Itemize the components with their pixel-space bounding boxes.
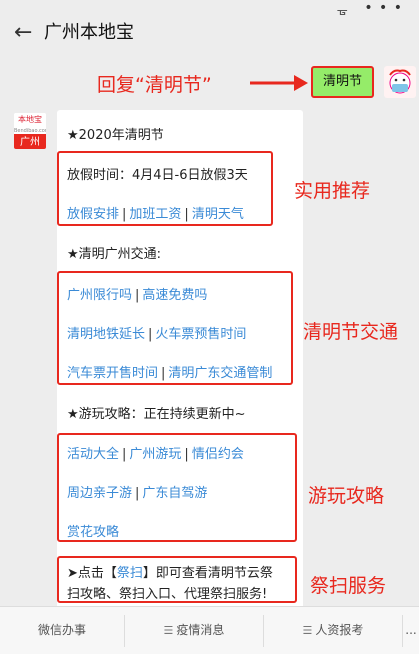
tab-label: 疫情消息 bbox=[176, 623, 225, 637]
link-metro-extension[interactable]: 清明地铁延长 bbox=[67, 327, 145, 342]
annotation-travel: 游玩攻略 bbox=[308, 485, 385, 507]
tomb-suffix: 】即可查看清明节云祭 bbox=[142, 566, 273, 581]
link-couple-date[interactable]: 情侣约会 bbox=[192, 447, 244, 462]
traffic-heading: ★清明广州交通: bbox=[67, 247, 162, 262]
practical-links: 放假安排 | 加班工资 | 清明天气 bbox=[67, 207, 244, 222]
link-activities[interactable]: 活动大全 bbox=[67, 447, 119, 462]
annotation-tomb: 祭扫服务 bbox=[310, 575, 387, 597]
menu-icon: ☰ bbox=[302, 624, 313, 637]
tomb-prefix: ➤点击【 bbox=[67, 566, 117, 581]
link-overtime-pay[interactable]: 加班工资 bbox=[129, 207, 181, 222]
user-avatar[interactable] bbox=[384, 66, 416, 98]
page-title: 广州本地宝 bbox=[44, 22, 134, 43]
link-guangzhou-travel[interactable]: 广州游玩 bbox=[129, 447, 181, 462]
tab-epidemic-news[interactable]: ☰ 疫情消息 bbox=[125, 607, 263, 654]
tab-label: 人资报考 bbox=[315, 623, 364, 637]
link-tomb-sweeping[interactable]: 祭扫 bbox=[117, 566, 143, 581]
link-flower-viewing[interactable]: 赏花攻略 bbox=[67, 525, 119, 540]
tab-hr-exams[interactable]: ☰ 人资报考 bbox=[264, 607, 402, 654]
link-train-presale[interactable]: 火车票预售时间 bbox=[155, 327, 246, 342]
link-traffic-control[interactable]: 清明广东交通管制 bbox=[168, 366, 272, 381]
menu-icon: ☰ bbox=[163, 624, 174, 637]
annotation-traffic: 清明节交通 bbox=[303, 321, 399, 343]
travel-row: 活动大全 | 广州游玩 | 情侣约会 bbox=[67, 447, 244, 462]
travel-heading: ★游玩攻略：正在持续更新中~ bbox=[67, 407, 246, 422]
tab-wechat-services[interactable]: 微信办事 bbox=[0, 607, 124, 654]
user-message-bubble: 清明节 bbox=[311, 66, 374, 98]
traffic-row: 汽车票开售时间 | 清明广东交通管制 bbox=[67, 366, 273, 381]
holiday-text: 放假时间：4月4日-6日放假3天 bbox=[67, 168, 248, 183]
top-bar: ᚗ • • • ← 广州本地宝 bbox=[0, 0, 419, 62]
signal-icon: ᚗ bbox=[337, 3, 347, 17]
bottom-menu-bar: 微信办事 ☰ 疫情消息 ☰ 人资报考 ... bbox=[0, 606, 419, 654]
link-bus-ticket-sale[interactable]: 汽车票开售时间 bbox=[67, 366, 158, 381]
message-heading: ★2020年清明节 bbox=[67, 128, 164, 143]
tomb-line-1: ➤点击【祭扫】即可查看清明节云祭 bbox=[67, 562, 273, 581]
red-arrow-icon bbox=[250, 75, 308, 91]
annotation-practical: 实用推荐 bbox=[294, 180, 371, 202]
avatar-city: 广州 bbox=[14, 134, 46, 149]
annotation-reply: 回复“清明节” bbox=[97, 74, 212, 96]
traffic-row: 广州限行吗 | 高速免费吗 bbox=[67, 288, 208, 303]
traffic-row: 清明地铁延长 | 火车票预售时间 bbox=[67, 327, 247, 342]
link-traffic-restriction[interactable]: 广州限行吗 bbox=[67, 288, 132, 303]
tab-label: 微信办事 bbox=[37, 623, 86, 637]
link-qingming-weather[interactable]: 清明天气 bbox=[192, 207, 244, 222]
back-arrow-icon[interactable]: ← bbox=[14, 22, 32, 44]
more-menu-icon[interactable]: • • • bbox=[364, 0, 403, 16]
link-holiday-schedule[interactable]: 放假安排 bbox=[67, 207, 119, 222]
tomb-line-2: 扫攻略、祭扫入口、代理祭扫服务! bbox=[67, 587, 268, 602]
link-family-trip[interactable]: 周边亲子游 bbox=[67, 486, 132, 501]
link-highway-free[interactable]: 高速免费吗 bbox=[142, 288, 207, 303]
link-self-drive[interactable]: 广东自驾游 bbox=[142, 486, 207, 501]
tab-more[interactable]: ... bbox=[403, 607, 419, 654]
travel-row: 周边亲子游 | 广东自驾游 bbox=[67, 486, 208, 501]
travel-row: 赏花攻略 bbox=[67, 521, 119, 540]
tab-label: ... bbox=[405, 623, 417, 637]
bot-avatar[interactable]: 本地宝 Bendibao.com 广州 bbox=[14, 113, 46, 149]
